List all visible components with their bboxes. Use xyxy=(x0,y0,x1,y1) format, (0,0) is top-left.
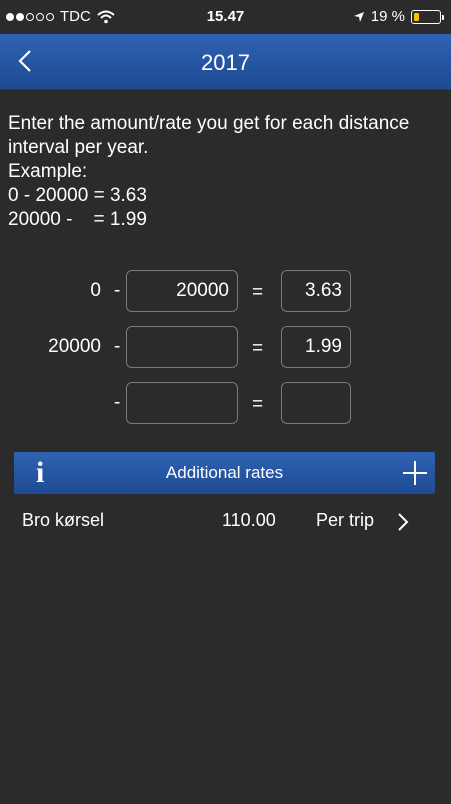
battery-icon xyxy=(411,9,444,24)
battery-level xyxy=(414,12,419,21)
additional-rate-item[interactable]: Bro kørsel 110.00 Per trip xyxy=(0,500,451,542)
instructions: Enter the amount/rate you get for each d… xyxy=(8,112,448,232)
additional-rates-bar: i Additional rates xyxy=(14,452,435,494)
instructions-text: Enter the amount/rate you get for each d… xyxy=(8,113,410,158)
example-line-1: 0 - 20000 = 3.63 xyxy=(8,185,147,206)
rate-item-unit: Per trip xyxy=(316,510,375,530)
additional-rates-title: Additional rates xyxy=(165,463,284,482)
dash-separator: - xyxy=(114,280,121,301)
rate-row: 20000 - = xyxy=(0,326,451,368)
from-value: 0 xyxy=(90,280,101,301)
rate-row: - = xyxy=(0,382,451,424)
example-line-2: 20000 - = 1.99 xyxy=(8,209,147,230)
dash-separator: - xyxy=(114,336,121,357)
battery-percent: 19 % xyxy=(370,8,405,25)
to-distance-input[interactable] xyxy=(126,326,238,368)
location-arrow-icon xyxy=(353,11,364,22)
nav-bar: 2017 xyxy=(0,34,451,90)
rate-input[interactable] xyxy=(281,326,351,368)
equals-sign: = xyxy=(252,282,264,303)
rate-row: 0 - = xyxy=(0,270,451,312)
to-distance-input[interactable] xyxy=(126,382,238,424)
status-right: 19 % xyxy=(353,8,444,25)
dash-separator: - xyxy=(114,392,121,413)
plus-icon[interactable] xyxy=(401,459,429,487)
rate-input[interactable] xyxy=(281,382,351,424)
rate-item-amount: 110.00 xyxy=(222,510,276,530)
rate-input[interactable] xyxy=(281,270,351,312)
equals-sign: = xyxy=(252,338,264,359)
page-title: 2017 xyxy=(201,50,250,75)
example-label: Example: xyxy=(8,161,88,182)
rate-item-name: Bro kørsel xyxy=(22,510,105,530)
from-value: 20000 xyxy=(48,336,101,357)
to-distance-input[interactable] xyxy=(126,270,238,312)
equals-sign: = xyxy=(252,394,264,415)
status-bar: TDC 15.47 19 % xyxy=(0,0,451,34)
chevron-right-icon xyxy=(398,513,409,531)
